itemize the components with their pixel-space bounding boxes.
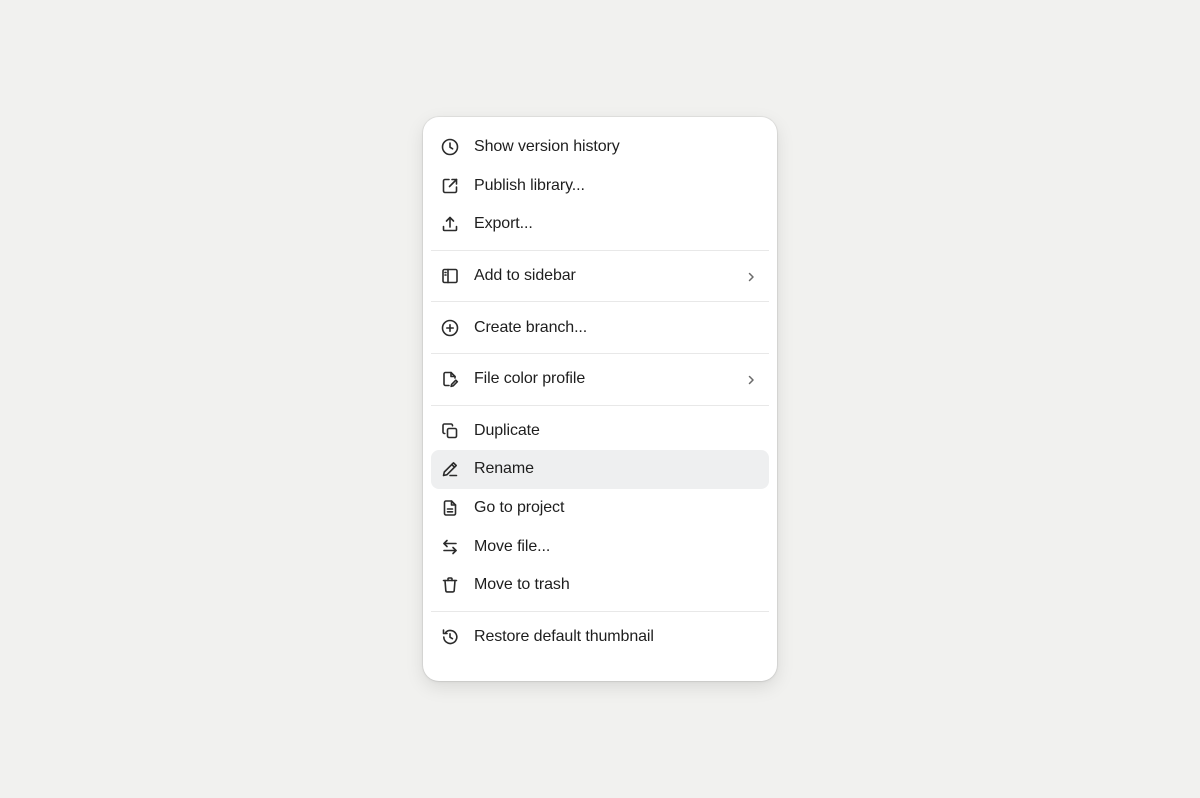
plus-circle-icon [440, 318, 460, 338]
chevron-right-icon [745, 270, 757, 282]
chevron-right-icon [745, 373, 757, 385]
menu-item-create-branch[interactable]: Create branch... [431, 308, 769, 347]
menu-item-duplicate[interactable]: Duplicate [431, 412, 769, 451]
menu-separator [431, 352, 769, 354]
menu-item-label: Move to trash [474, 576, 570, 594]
menu-item-label: File color profile [474, 370, 586, 388]
menu-item-label: Export... [474, 215, 533, 233]
menu-item-label: Add to sidebar [474, 267, 576, 285]
menu-item-publish-library[interactable]: Publish library... [431, 167, 769, 206]
sidebar-icon [440, 266, 460, 286]
menu-item-label: Go to project [474, 499, 565, 517]
clock-icon [440, 137, 460, 157]
copy-icon [440, 421, 460, 441]
menu-item-show-version-history[interactable]: Show version history [431, 128, 769, 167]
menu-separator [431, 610, 769, 612]
menu-item-export[interactable]: Export... [431, 205, 769, 244]
menu-item-label: Create branch... [474, 318, 588, 336]
menu-separator [431, 404, 769, 406]
menu-item-add-to-sidebar[interactable]: Add to sidebar [431, 257, 769, 296]
menu-item-label: Restore default thumbnail [474, 627, 654, 645]
trash-icon [440, 575, 460, 595]
menu-item-rename[interactable]: Rename [431, 450, 769, 489]
external-link-icon [440, 176, 460, 196]
menu-separator [431, 301, 769, 303]
file-edit-icon [440, 369, 460, 389]
history-icon [440, 627, 460, 647]
menu-item-move-file[interactable]: Move file... [431, 527, 769, 566]
context-menu: Show version history Publish library... … [423, 117, 777, 681]
menu-item-move-to-trash[interactable]: Move to trash [431, 566, 769, 605]
menu-item-label: Rename [474, 460, 534, 478]
menu-item-label: Show version history [474, 138, 620, 156]
file-text-icon [440, 498, 460, 518]
menu-item-go-to-project[interactable]: Go to project [431, 489, 769, 528]
pencil-icon [440, 459, 460, 479]
arrows-swap-icon [440, 537, 460, 557]
menu-item-label: Duplicate [474, 421, 540, 439]
menu-item-label: Move file... [474, 537, 551, 555]
menu-item-file-color-profile[interactable]: File color profile [431, 360, 769, 399]
menu-item-label: Publish library... [474, 176, 585, 194]
menu-separator [431, 249, 769, 251]
menu-item-restore-default-thumbnail[interactable]: Restore default thumbnail [431, 618, 769, 657]
upload-icon [440, 214, 460, 234]
